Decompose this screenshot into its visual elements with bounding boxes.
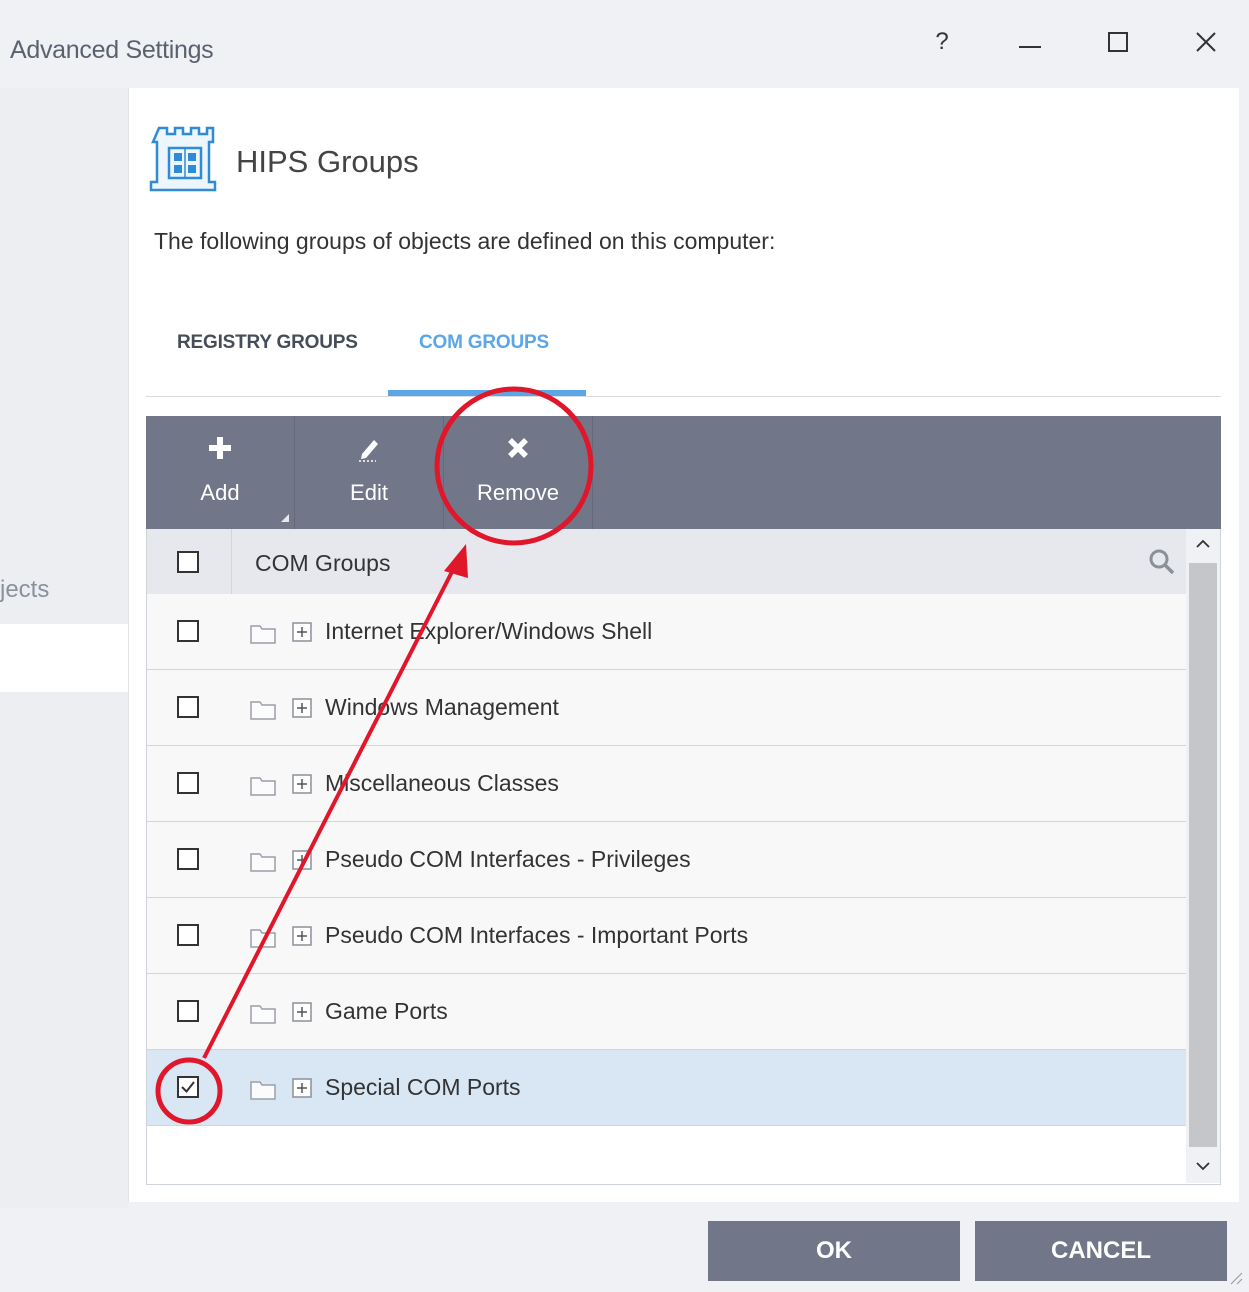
remove-button[interactable]: Remove	[444, 416, 592, 529]
row-checkbox[interactable]	[177, 1000, 199, 1022]
row-label: Windows Management	[325, 694, 559, 720]
expand-icon[interactable]	[292, 774, 312, 794]
add-button-label: Add	[200, 480, 240, 505]
cancel-button[interactable]: CANCEL	[975, 1221, 1227, 1281]
row-label: Miscellaneous Classes	[325, 770, 559, 796]
minimize-button[interactable]	[1000, 22, 1060, 62]
help-button[interactable]: ?	[912, 22, 972, 62]
row-label: Internet Explorer/Windows Shell	[325, 618, 653, 644]
table-header: COM Groups	[147, 529, 1186, 595]
row-checkbox[interactable]	[177, 620, 199, 642]
edit-button-label: Edit	[350, 480, 388, 505]
page-title: HIPS Groups	[236, 144, 419, 179]
row-checkbox[interactable]	[177, 848, 199, 870]
folder-icon	[250, 929, 276, 948]
header-divider	[231, 529, 232, 594]
ok-button[interactable]: OK	[708, 1221, 960, 1281]
maximize-button[interactable]	[1088, 22, 1148, 62]
page-description: The following groups of objects are defi…	[154, 228, 776, 254]
expand-icon[interactable]	[292, 926, 312, 946]
add-button[interactable]: Add	[146, 416, 294, 529]
edit-button[interactable]: Edit	[295, 416, 443, 529]
row-label: Pseudo COM Interfaces - Privileges	[325, 846, 691, 872]
search-icon[interactable]	[1148, 548, 1176, 576]
scroll-down-button[interactable]	[1186, 1151, 1220, 1181]
row-checkbox[interactable]	[177, 924, 199, 946]
sidebar-item-objects[interactable]: jects	[0, 576, 49, 604]
title-bar: Advanced Settings ?	[0, 0, 1249, 88]
row-checkbox[interactable]	[177, 772, 199, 794]
folder-icon	[250, 625, 276, 644]
remove-button-label: Remove	[477, 480, 559, 505]
add-dropdown-indicator	[281, 514, 289, 522]
table-row[interactable]: Windows Management	[147, 670, 1186, 746]
table-row[interactable]: Miscellaneous Classes	[147, 746, 1186, 822]
folder-icon	[250, 1005, 276, 1024]
chevron-down-icon	[1196, 1162, 1210, 1171]
row-checkbox[interactable]	[177, 696, 199, 718]
row-checkbox-checked[interactable]	[177, 1076, 199, 1098]
folder-icon	[250, 853, 276, 872]
pencil-icon	[359, 440, 378, 462]
toolbar: Add Edit Remove	[146, 416, 1221, 529]
tabs-divider	[146, 396, 1221, 397]
vertical-scrollbar[interactable]	[1186, 529, 1220, 1183]
tab-registry-groups[interactable]: REGISTRY GROUPS	[177, 332, 358, 354]
row-label: Special COM Ports	[325, 1074, 521, 1100]
select-all-checkbox[interactable]	[177, 551, 199, 573]
expand-icon[interactable]	[292, 698, 312, 718]
scroll-thumb[interactable]	[1189, 563, 1217, 1147]
maximize-icon	[1108, 32, 1128, 52]
minimize-icon	[1019, 46, 1041, 48]
window-title: Advanced Settings	[10, 36, 214, 64]
folder-icon	[250, 777, 276, 796]
table-row[interactable]: Pseudo COM Interfaces - Privileges	[147, 822, 1186, 898]
scroll-up-button[interactable]	[1186, 529, 1220, 559]
remove-x-icon	[508, 438, 528, 458]
checkmark-icon	[181, 1081, 195, 1094]
resize-grip-icon[interactable]	[1228, 1270, 1244, 1286]
close-button[interactable]	[1176, 22, 1236, 62]
expand-icon[interactable]	[292, 622, 312, 642]
castle-icon	[149, 126, 217, 192]
row-label: Pseudo COM Interfaces - Important Ports	[325, 922, 749, 948]
com-groups-table: COM Groups Internet Explorer/Windows She…	[146, 529, 1221, 1185]
row-label: Game Ports	[325, 998, 448, 1024]
tab-com-groups[interactable]: COM GROUPS	[419, 332, 549, 354]
table-row[interactable]: Internet Explorer/Windows Shell	[147, 594, 1186, 670]
folder-icon	[250, 1081, 276, 1100]
main-panel: HIPS Groups The following groups of obje…	[128, 88, 1239, 1202]
folder-icon	[250, 701, 276, 720]
expand-icon[interactable]	[292, 1002, 312, 1022]
toolbar-divider	[592, 416, 593, 529]
chevron-up-icon	[1196, 539, 1210, 548]
expand-icon[interactable]	[292, 1078, 312, 1098]
table-row-selected[interactable]: Special COM Ports	[147, 1050, 1186, 1126]
sidebar-item-active[interactable]	[0, 624, 128, 692]
plus-icon	[209, 437, 231, 459]
help-icon: ?	[935, 28, 949, 55]
table-row[interactable]: Game Ports	[147, 974, 1186, 1050]
close-icon	[1196, 32, 1216, 52]
expand-icon[interactable]	[292, 850, 312, 870]
column-header-com-groups: COM Groups	[255, 550, 391, 576]
table-row[interactable]: Pseudo COM Interfaces - Important Ports	[147, 898, 1186, 974]
